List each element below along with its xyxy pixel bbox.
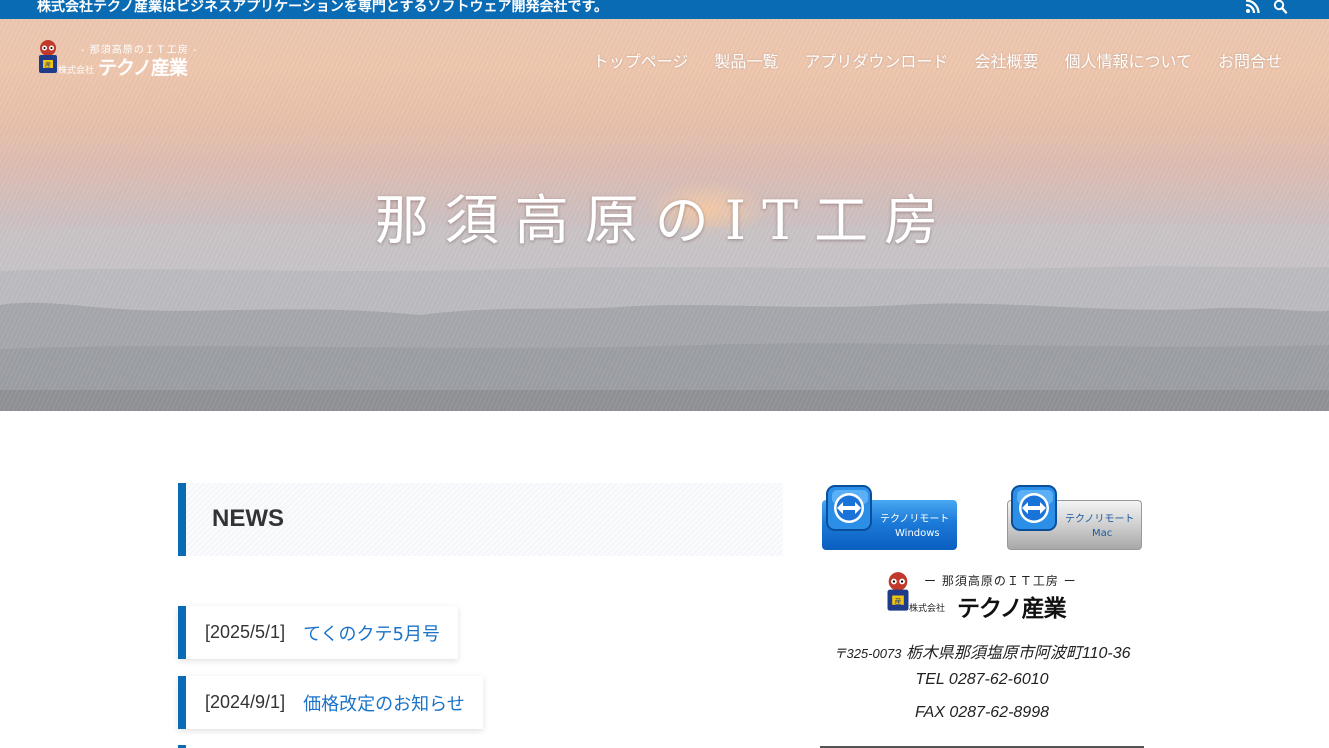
company-tagline: 株式会社テクノ産業はビジネスアプリケーションを専門とするソフトウェア開発会社です… [37,0,609,15]
nav-products[interactable]: 製品一覧 [714,48,778,72]
logo-prefix: 株式会社 [58,66,95,76]
news-link[interactable]: 価格改定のお知らせ [303,690,465,716]
news-link[interactable]: てくのクテ5月号 [303,620,440,646]
teamviewer-icon [1011,485,1057,531]
nav-contact[interactable]: お問合せ [1218,48,1282,72]
sidebar-logo-subtitle: ー 那須高原のＩＴ工房 ー [924,574,1077,588]
remote-mac-platform: Mac [1092,528,1113,539]
mascot-icon: 産 [39,40,57,73]
top-bar-icons [1245,0,1289,19]
nav-app-download[interactable]: アプリダウンロード [804,48,948,72]
search-icon[interactable] [1273,0,1289,14]
news-heading: NEWS [212,505,284,532]
company-tel: TEL 0287-62-6010 [915,671,1049,688]
news-date: [2024/9/1] [205,692,286,712]
teamviewer-icon [826,485,872,531]
main-nav: トップページ 製品一覧 アプリダウンロード 会社概要 個人情報について お問合せ [593,48,1282,72]
mascot-icon: 産 [887,572,909,611]
sidebar-logo-name: テクノ産業 [957,596,1067,622]
site-logo[interactable]: 産 - 那須高原のＩＴ工房 - 株式会社 テクノ産業 [36,39,206,79]
news-item: [2024/9/1] 価格改定のお知らせ [178,676,483,729]
nav-top-page[interactable]: トップページ [593,48,689,72]
rss-icon[interactable] [1245,0,1261,14]
news-item: [2025/5/1] てくのクテ5月号 [178,606,458,659]
nav-privacy[interactable]: 個人情報について [1064,48,1192,72]
remote-mac-button[interactable]: テクノリモート Mac [1007,483,1142,550]
news-heading-box: NEWS [178,483,783,556]
remote-windows-platform: Windows [895,528,940,539]
remote-windows-label: テクノリモート [880,514,950,525]
nav-company[interactable]: 会社概要 [974,48,1038,72]
sidebar-logo: 産 ー 那須高原のＩＴ工房 ー 株式会社 テクノ産業 [884,570,1084,622]
hero-title: 那須高原のIT工房 [374,189,955,252]
company-address: 〒325-0073 栃木県那須塩原市阿波町110-36 [820,639,1144,663]
postal-code: 〒325-0073 [833,646,902,661]
company-fax: FAX 0287-62-8998 [914,704,1049,721]
svg-text:産: 産 [895,597,902,606]
top-bar: 株式会社テクノ産業はビジネスアプリケーションを専門とするソフトウェア開発会社です… [0,0,1329,19]
street-address: 栃木県那須塩原市阿波町110-36 [905,645,1131,662]
logo-company-name: テクノ産業 [98,57,188,79]
svg-text:産: 産 [45,61,51,69]
remote-windows-button[interactable]: テクノリモート Windows [822,483,957,550]
remote-mac-label: テクノリモート [1065,514,1135,525]
news-date: [2025/5/1] [205,622,286,642]
sidebar-logo-prefix: 株式会社 [909,604,946,614]
